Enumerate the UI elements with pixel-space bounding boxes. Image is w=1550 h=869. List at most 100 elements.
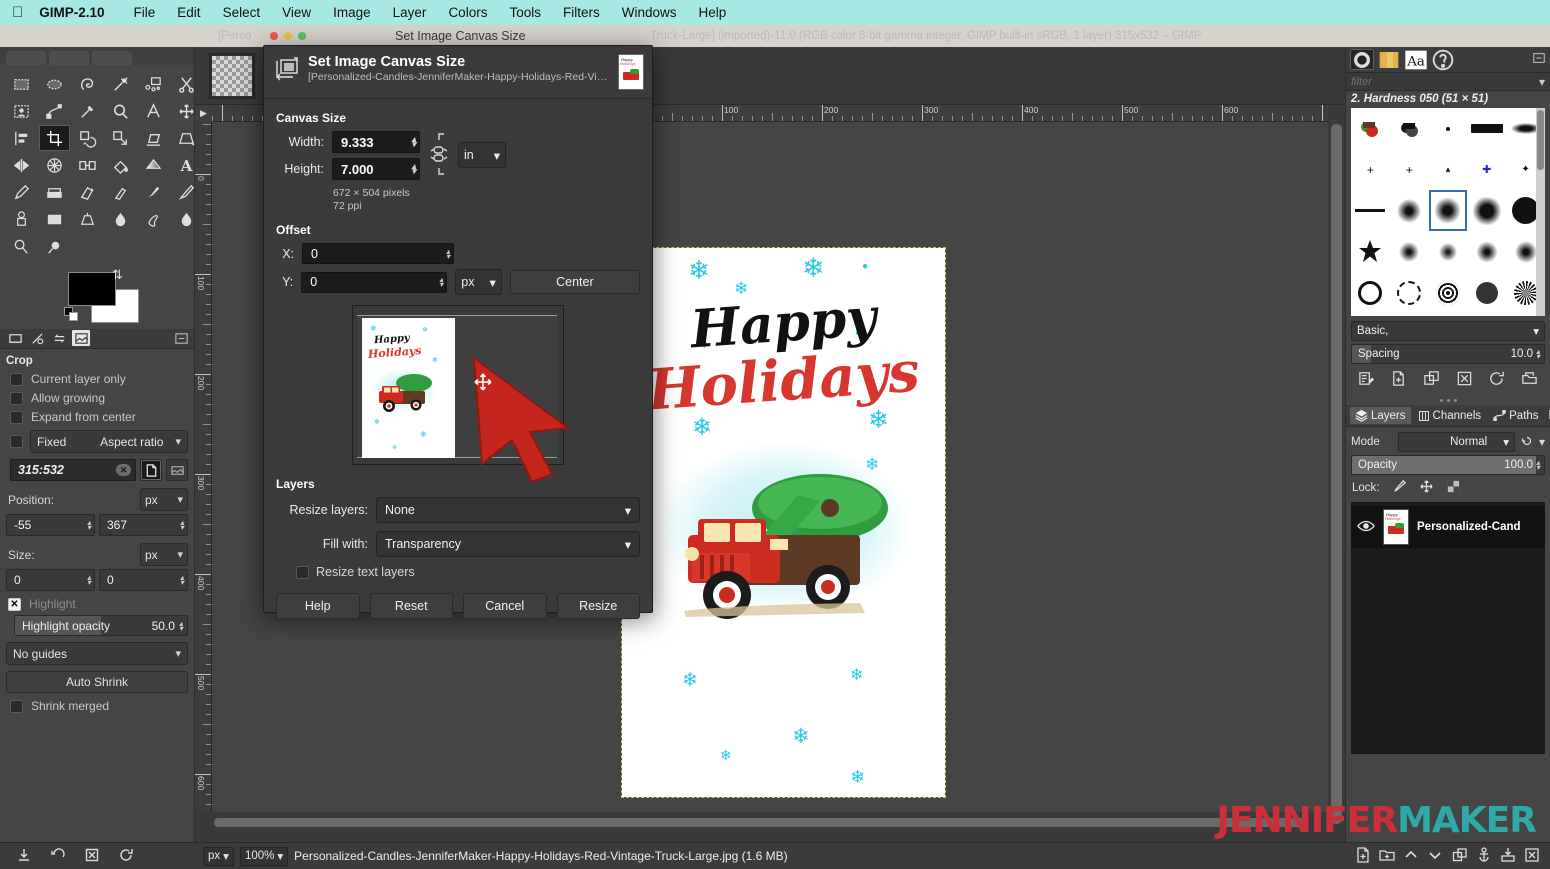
spinner-icon[interactable]: ▴ ▾ [446,247,450,260]
center-button[interactable]: Center [509,270,640,294]
brush-item[interactable] [1351,190,1390,231]
current-layer-only-checkbox[interactable] [10,372,23,386]
expand-from-center-checkbox[interactable] [10,410,23,424]
brush-item[interactable] [1351,272,1390,313]
spinner-icon[interactable]: ▴ ▾ [411,162,416,176]
highlight-checkbox[interactable]: ✕ [8,597,21,611]
brush-item[interactable] [1390,313,1429,316]
brush-item[interactable] [1467,231,1506,272]
flip-icon[interactable] [6,152,37,178]
apple-icon[interactable]:  [12,5,23,20]
spinner-icon[interactable]: ▴ ▾ [1536,459,1540,472]
dock-resize-grip[interactable] [1346,395,1550,405]
image-canvas-card[interactable]: ❄ ❄ ❄ ● ❄ ● ❄ ❄ ❄ ❄ ❄ ❄ ❄ ❄ Happy Holida… [621,247,946,798]
new-layer-group-icon[interactable] [1379,847,1395,866]
brush-item[interactable] [1429,231,1468,272]
brush-item[interactable] [1390,108,1429,149]
auto-shrink-button[interactable]: Auto Shrink [6,671,188,693]
default-colors-icon[interactable] [64,307,79,322]
horizontal-scrollbar[interactable] [212,816,1328,829]
lower-layer-icon[interactable] [1427,847,1443,866]
menu-image[interactable]: Image [322,5,382,20]
dock-menu-icon[interactable] [1532,51,1546,68]
layer-row[interactable]: Happy Holidays Personalized-Cand [1351,506,1545,548]
menu-help[interactable]: Help [687,5,737,20]
open-brush-folder-icon[interactable] [1521,370,1538,390]
chain-link-icon[interactable] [428,131,450,177]
vertical-ruler[interactable]: 0 100 200 300 400 500 600 [195,122,212,812]
toolbox-tab-1[interactable] [6,51,46,65]
brush-item[interactable]: ✚ [1467,149,1506,190]
option-shrink-merged[interactable]: Shrink merged [10,699,188,713]
airbrush-icon[interactable] [105,179,136,205]
brushes-icon[interactable] [1350,49,1374,70]
heal-icon[interactable] [39,206,70,232]
blur-sharpen-icon[interactable] [105,206,136,232]
minimize-button[interactable] [284,32,292,40]
paths-icon[interactable] [39,98,70,124]
resize-layers-dropdown[interactable]: None ▾ [376,497,640,523]
ruler-corner[interactable]: ▶ [195,105,212,122]
smudge-alt-icon[interactable] [6,233,37,259]
position-unit-dropdown[interactable]: px ▾ [140,488,188,511]
duplicate-layer-icon[interactable] [1452,847,1468,866]
active-image-icon[interactable] [72,330,90,346]
layer-list[interactable]: Happy Holidays Personalized-Cand [1351,502,1545,754]
spinner-icon[interactable]: ▴ ▾ [180,574,184,587]
ink-icon[interactable] [138,179,169,205]
toolbox-tab-2[interactable] [49,51,89,65]
option-highlight[interactable]: ✕ Highlight [8,597,188,611]
fixed-mode-dropdown[interactable]: Fixed Aspect ratio ▾ [30,430,188,453]
brush-item[interactable] [1390,231,1429,272]
gradient-indicator-icon[interactable] [50,330,68,346]
fuzzy-select-icon[interactable] [105,71,136,97]
new-brush-icon[interactable] [1390,370,1407,390]
cancel-icon[interactable] [84,847,100,866]
edit-brush-icon[interactable] [1358,370,1375,390]
brush-grid[interactable]: + + ▴ ✚ ✦ [1351,108,1545,316]
zoom-dropdown[interactable]: 100% ▾ [239,846,289,866]
brush-item[interactable] [1467,108,1506,149]
spinner-icon[interactable]: ▴ ▾ [180,519,184,532]
preview-layer[interactable]: Happy Holidays ❄ ❄ ❄ ❄ ❄ ❄ [362,318,455,458]
canvas-unit-dropdown[interactable]: in ▾ [458,142,506,168]
spinner-icon[interactable]: ▴ ▾ [87,574,91,587]
refresh-brushes-icon[interactable] [1488,370,1505,390]
scale-icon[interactable] [105,125,136,151]
tab-channels[interactable]: Channels [1413,408,1487,424]
spinner-icon[interactable]: ▴ ▾ [87,519,91,532]
spinner-icon[interactable]: ▴ ▾ [179,619,183,632]
brush-scroll-thumb[interactable] [1537,110,1544,170]
resize-text-layers-checkbox[interactable] [296,565,309,579]
spacing-slider[interactable]: Spacing 10.0 ▴ ▾ [1351,344,1545,364]
window-controls[interactable] [270,32,306,40]
offset-y-input[interactable]: 0 ▴ ▾ [301,271,448,293]
eye-icon[interactable] [1357,519,1375,536]
brush-item[interactable] [1390,190,1429,231]
free-select-icon[interactable] [72,71,103,97]
help-button[interactable]: Help [276,593,360,619]
delete-layer-icon[interactable] [1524,847,1540,866]
swap-colors-icon[interactable]: ⇅ [112,267,123,283]
brush-item[interactable] [1351,231,1390,272]
clear-icon[interactable]: ✕ [116,464,131,476]
highlight-opacity-slider[interactable]: Highlight opacity 50.0 ▴ ▾ [14,615,188,636]
shrink-merged-checkbox[interactable] [10,699,23,713]
tab-paths[interactable]: Paths [1488,407,1543,424]
spinner-icon[interactable]: ▴ ▾ [411,135,416,149]
fonts-icon[interactable]: Aa [1404,49,1428,70]
close-button[interactable] [270,32,278,40]
merge-down-icon[interactable] [1500,847,1516,866]
color-picker-icon[interactable] [72,98,103,124]
tab-layers[interactable]: Layers [1350,407,1411,424]
portrait-orientation-button[interactable] [140,459,162,481]
lock-pixels-icon[interactable] [1392,479,1407,497]
rect-select-icon[interactable] [6,71,37,97]
menu-layer[interactable]: Layer [382,5,438,20]
brush-item[interactable] [1467,272,1506,313]
measure-icon[interactable] [138,98,169,124]
brush-item[interactable] [1429,108,1468,149]
warp-transform-icon[interactable] [72,152,103,178]
option-current-layer-only[interactable]: Current layer only [10,372,188,386]
chevron-down-icon[interactable]: ▾ [1539,75,1545,89]
